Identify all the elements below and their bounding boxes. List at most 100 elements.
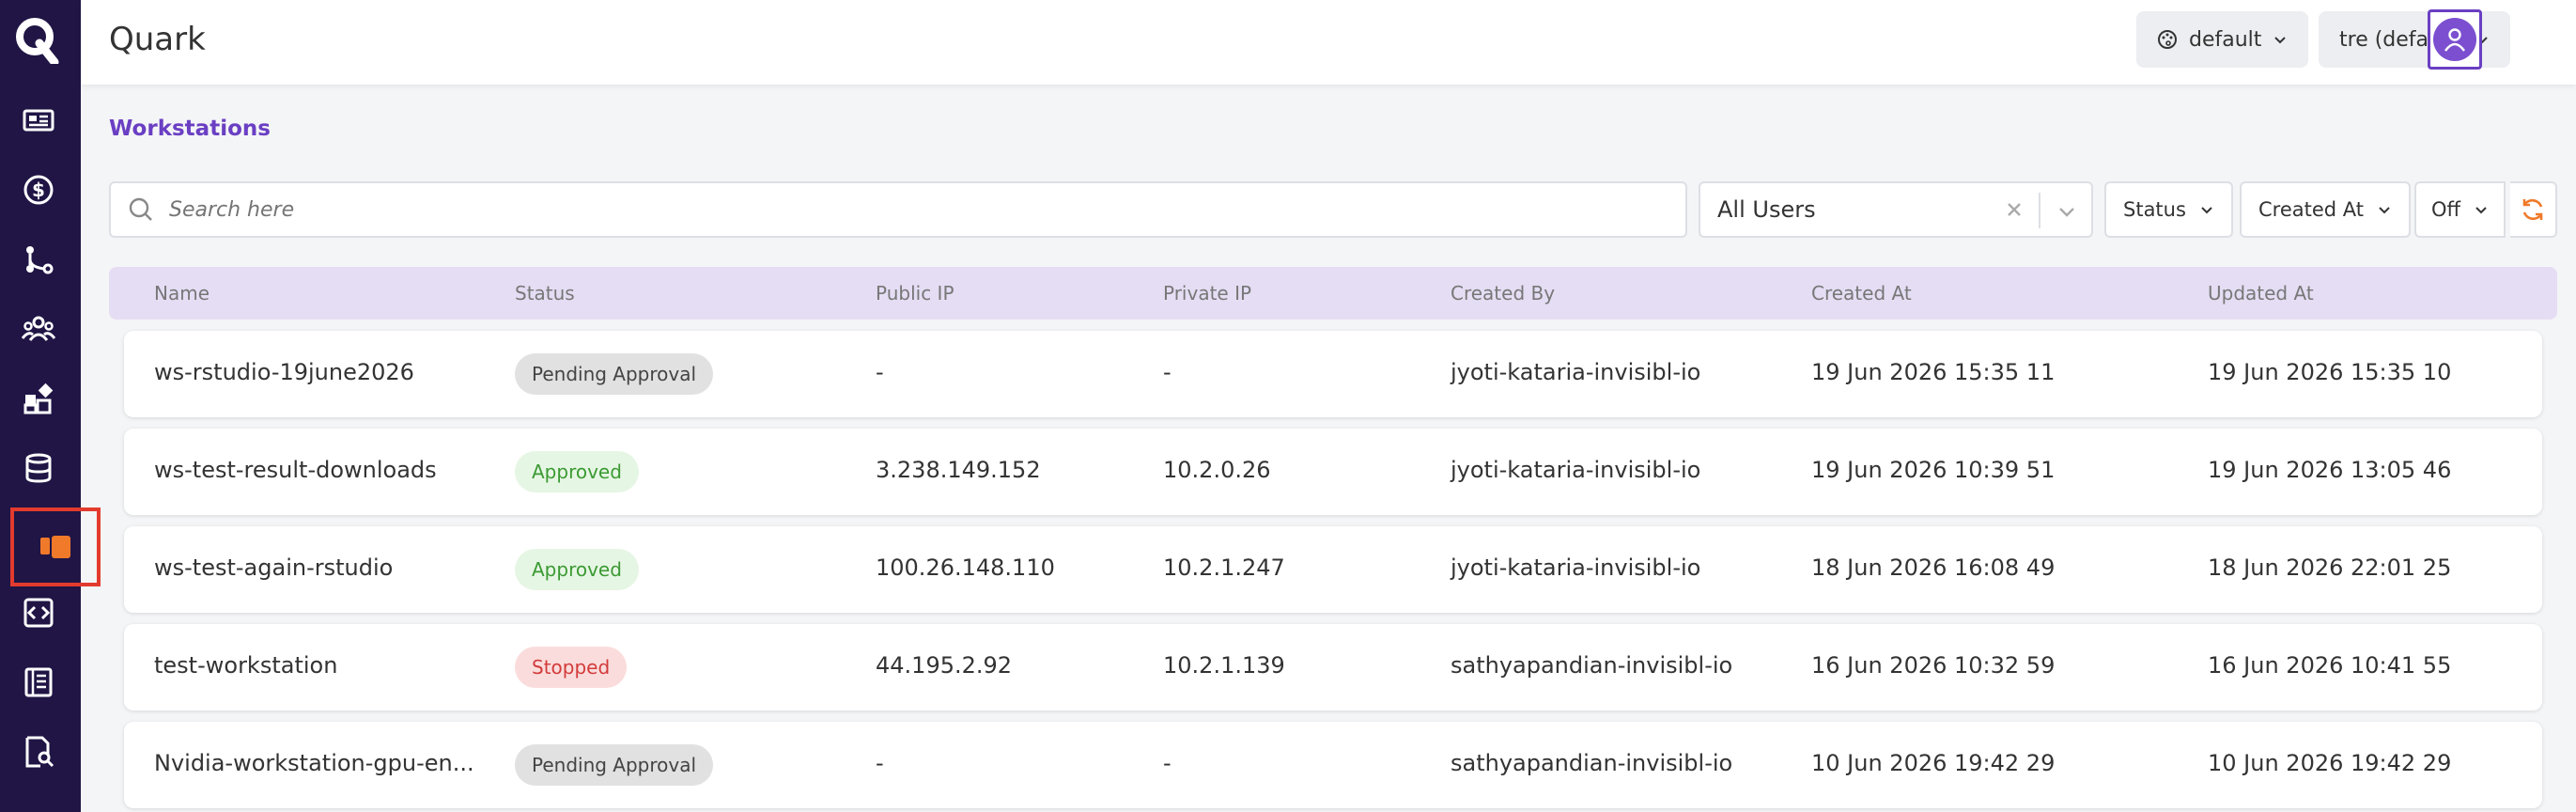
search-input[interactable] <box>169 197 1578 222</box>
workstations-icon <box>40 536 70 558</box>
refresh-icon <box>2522 198 2543 221</box>
code-icon <box>23 598 54 628</box>
status-badge: Pending Approval <box>515 353 714 395</box>
sidebar-item-billing[interactable]: $ <box>10 162 67 218</box>
cell-private-ip: - <box>1163 750 1172 776</box>
cell-name: Nvidia-workstation-gpu-en... <box>154 750 474 776</box>
cell-name: ws-rstudio-19june2026 <box>154 359 414 385</box>
cell-created-at: 19 Jun 2026 15:35 11 <box>1811 359 2056 385</box>
cell-name: ws-test-again-rstudio <box>154 554 394 581</box>
column-header-status[interactable]: Status <box>515 282 575 304</box>
cell-private-ip: - <box>1163 359 1172 385</box>
column-header-created-at[interactable]: Created At <box>1811 282 1912 304</box>
cell-created-by: sathyapandian-invisibl-io <box>1451 750 1733 776</box>
created-at-filter-label: Created At <box>2258 198 2365 221</box>
dashboard-icon <box>23 109 54 132</box>
users-select[interactable]: All Users <box>1699 181 2093 238</box>
sidebar-item-notebooks[interactable] <box>10 654 67 710</box>
avatar <box>2433 18 2476 61</box>
chevron-down-icon <box>2274 37 2287 44</box>
status-filter-label: Status <box>2123 198 2186 221</box>
top-header: Quark default tre (default) <box>81 0 2576 85</box>
sidebar-item-search-documents[interactable] <box>10 724 67 780</box>
cell-private-ip: 10.2.0.26 <box>1163 457 1271 483</box>
refresh-button[interactable] <box>2510 181 2557 238</box>
table-row[interactable]: ws-test-again-rstudio Approved 100.26.14… <box>124 526 2542 613</box>
users-icon <box>22 316 55 341</box>
app-title: Quark <box>109 21 206 58</box>
cell-updated-at: 18 Jun 2026 22:01 25 <box>2208 554 2452 581</box>
cell-public-ip: - <box>876 359 884 385</box>
cell-name: ws-test-result-downloads <box>154 457 437 483</box>
cell-updated-at: 10 Jun 2026 19:42 29 <box>2208 750 2452 776</box>
table-row[interactable]: ws-test-result-downloads Approved 3.238.… <box>124 429 2542 515</box>
user-icon <box>2444 28 2465 52</box>
sidebar-item-workstations[interactable] <box>10 508 101 586</box>
svg-text:$: $ <box>32 179 45 201</box>
column-header-created-by[interactable]: Created By <box>1451 282 1555 304</box>
auto-refresh-label: Off <box>2431 198 2460 221</box>
auto-refresh-select[interactable]: Off <box>2414 181 2506 238</box>
table-header: Name Status Public IP Private IP Created… <box>109 267 2557 320</box>
page-title[interactable]: Workstations <box>109 117 271 141</box>
column-header-private-ip[interactable]: Private IP <box>1163 282 1251 304</box>
search-box[interactable] <box>109 181 1687 238</box>
chevron-down-icon <box>2475 207 2487 214</box>
table-row[interactable]: Nvidia-workstation-gpu-en... Pending App… <box>124 722 2542 808</box>
pipeline-icon <box>26 246 54 274</box>
cell-updated-at: 16 Jun 2026 10:41 55 <box>2208 652 2452 679</box>
cell-private-ip: 10.2.1.247 <box>1163 554 1285 581</box>
column-header-public-ip[interactable]: Public IP <box>876 282 954 304</box>
column-header-updated-at[interactable]: Updated At <box>2208 282 2314 304</box>
status-badge: Stopped <box>515 647 628 688</box>
palette-icon <box>2158 30 2177 49</box>
status-badge: Approved <box>515 549 639 590</box>
cell-created-at: 19 Jun 2026 10:39 51 <box>1811 457 2056 483</box>
chevron-down-icon <box>2379 207 2390 214</box>
apps-icon <box>23 383 54 414</box>
sidebar-item-users[interactable] <box>10 301 67 357</box>
cell-public-ip: 44.195.2.92 <box>876 652 1013 679</box>
notebook-icon <box>24 667 53 697</box>
cell-public-ip: - <box>876 750 884 776</box>
cell-name: test-workstation <box>154 652 338 679</box>
status-badge: Pending Approval <box>515 744 714 786</box>
theme-selector-button[interactable]: default <box>2136 11 2309 68</box>
sidebar: $ <box>0 0 101 812</box>
cell-updated-at: 19 Jun 2026 15:35 10 <box>2208 359 2452 385</box>
users-select-value: All Users <box>1717 196 1816 223</box>
table-row[interactable]: ws-rstudio-19june2026 Pending Approval -… <box>124 331 2542 417</box>
sidebar-item-code[interactable] <box>10 585 67 641</box>
table-row[interactable]: test-workstation Stopped 44.195.2.92 10.… <box>124 624 2542 710</box>
cell-created-at: 18 Jun 2026 16:08 49 <box>1811 554 2056 581</box>
chevron-down-icon <box>2201 207 2212 214</box>
cell-private-ip: 10.2.1.139 <box>1163 652 1285 679</box>
status-filter-button[interactable]: Status <box>2104 181 2233 238</box>
cell-created-by: jyoti-kataria-invisibl-io <box>1451 554 1701 581</box>
cell-created-by: jyoti-kataria-invisibl-io <box>1451 359 1701 385</box>
cell-updated-at: 19 Jun 2026 13:05 46 <box>2208 457 2452 483</box>
chevron-down-icon[interactable] <box>2056 202 2078 221</box>
database-icon <box>25 453 52 483</box>
search-document-icon <box>25 736 54 768</box>
status-badge: Approved <box>515 451 639 492</box>
quark-logo[interactable] <box>13 15 60 64</box>
billing-icon: $ <box>23 175 54 205</box>
cell-public-ip: 3.238.149.152 <box>876 457 1041 483</box>
created-at-filter-button[interactable]: Created At <box>2240 181 2412 238</box>
sidebar-item-pipelines[interactable] <box>10 231 67 288</box>
column-header-name[interactable]: Name <box>154 282 209 304</box>
clear-icon[interactable] <box>2003 198 2025 221</box>
cell-created-by: sathyapandian-invisibl-io <box>1451 652 1733 679</box>
cell-created-at: 16 Jun 2026 10:32 59 <box>1811 652 2056 679</box>
user-avatar-button[interactable] <box>2428 9 2482 70</box>
sidebar-item-dashboard[interactable] <box>10 92 67 148</box>
cell-created-at: 10 Jun 2026 19:42 29 <box>1811 750 2056 776</box>
search-icon <box>129 197 152 221</box>
theme-selector-label: default <box>2189 27 2262 52</box>
sidebar-item-apps[interactable] <box>10 370 67 427</box>
sidebar-item-database[interactable] <box>10 440 67 496</box>
cell-created-by: jyoti-kataria-invisibl-io <box>1451 457 1701 483</box>
cell-public-ip: 100.26.148.110 <box>876 554 1055 581</box>
select-divider <box>2039 193 2041 228</box>
